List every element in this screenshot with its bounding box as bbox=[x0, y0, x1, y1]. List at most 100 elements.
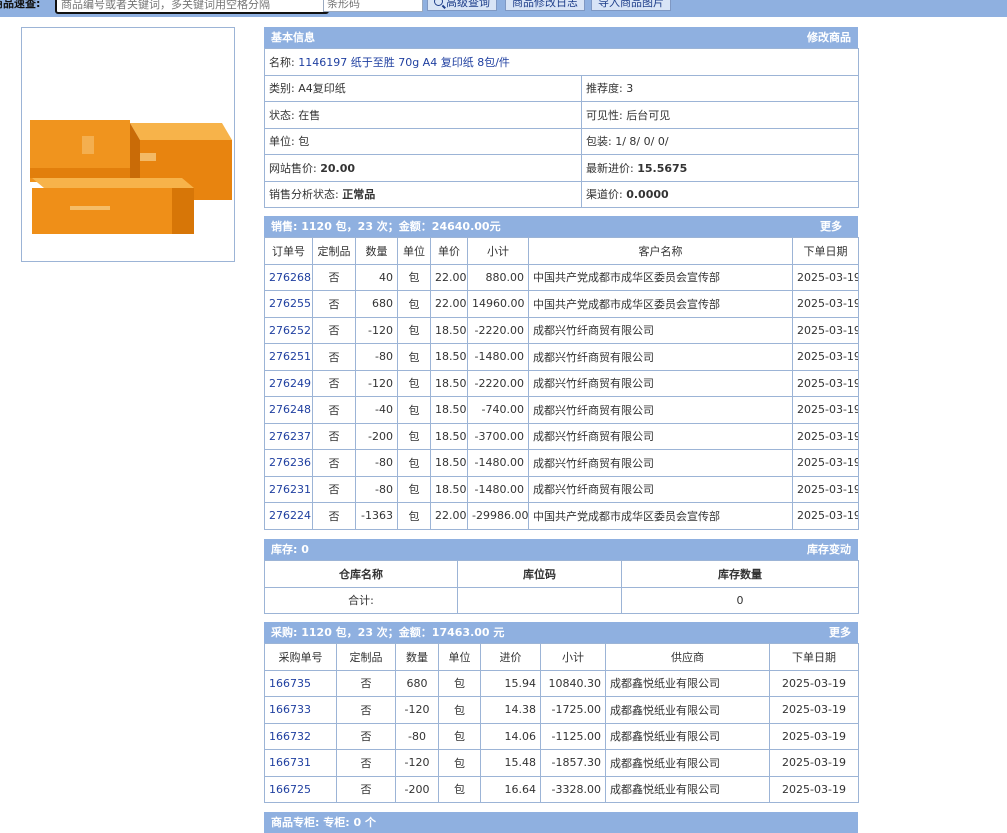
order-link[interactable]: 276236 bbox=[264, 449, 313, 477]
order-link[interactable]: 276268 bbox=[264, 263, 313, 291]
table-row: 276237 否 -200 包 18.50 -3700.00 成都兴竹纤商贸有限公司 2025… bbox=[264, 422, 859, 450]
quick-search-bar: 商品速查: 高级查询 商品修改日志 导入商品图片 bbox=[0, 0, 1007, 17]
table-cell: 否 bbox=[336, 696, 396, 724]
table-cell: -1480.00 bbox=[467, 343, 529, 371]
table-cell: 否 bbox=[312, 502, 356, 530]
table-cell: 18.50 bbox=[430, 449, 468, 477]
table-cell: 2025-03-19 bbox=[792, 449, 859, 477]
basic-info-title: 基本信息 bbox=[271, 31, 315, 44]
table-cell: 14.38 bbox=[480, 696, 541, 724]
table-cell: 否 bbox=[312, 422, 356, 450]
order-link[interactable]: 276237 bbox=[264, 422, 313, 450]
info-row: 销售分析状态: 正常品 渠道价: 0.0000 bbox=[264, 180, 859, 208]
table-cell: 22.00 bbox=[430, 290, 468, 318]
product-log-label: 商品修改日志 bbox=[512, 0, 578, 9]
table-row: 276224 否 -1363 包 22.00 -29986.00 中国共产党成都市成华区委员… bbox=[264, 502, 859, 530]
order-link[interactable]: 276224 bbox=[264, 502, 313, 530]
table-cell: 2025-03-19 bbox=[769, 775, 859, 803]
table-cell: 成都鑫悦纸业有限公司 bbox=[605, 775, 770, 803]
paper-box-illustration bbox=[30, 120, 232, 234]
table-cell: 2025-03-19 bbox=[769, 669, 859, 697]
purchase-col-header: 采购单号 bbox=[264, 643, 337, 671]
table-cell: 10840.30 bbox=[540, 669, 606, 697]
purchase-col-header: 下单日期 bbox=[769, 643, 859, 671]
sales-col-header: 订单号 bbox=[264, 237, 313, 265]
stock-total-label: 合计: bbox=[264, 586, 458, 614]
table-cell: 2025-03-19 bbox=[792, 316, 859, 344]
info-label: 渠道价: bbox=[586, 188, 623, 202]
info-row: 状态: 在售 可见性: 后台可见 bbox=[264, 101, 859, 129]
edit-product-link[interactable]: 修改商品 bbox=[807, 27, 851, 48]
order-link[interactable]: 276231 bbox=[264, 475, 313, 503]
stock-total-location bbox=[457, 586, 622, 614]
table-cell: -120 bbox=[395, 696, 439, 724]
barcode-input[interactable] bbox=[323, 0, 423, 12]
table-cell: -80 bbox=[395, 722, 439, 750]
stock-panel: 库存: 0 库存变动 仓库名称 库位码 库存数量 合计: 0 bbox=[264, 539, 859, 614]
purchase-order-link[interactable]: 166731 bbox=[264, 749, 337, 777]
purchase-more-link[interactable]: 更多 bbox=[829, 622, 851, 643]
product-image[interactable] bbox=[21, 27, 235, 262]
counter-panel: 商品专柜: 专柜: 0 个 bbox=[264, 812, 858, 833]
table-cell: -1480.00 bbox=[467, 475, 529, 503]
table-cell: 成都鑫悦纸业有限公司 bbox=[605, 696, 770, 724]
info-label: 类别: bbox=[269, 82, 295, 96]
table-cell: 18.50 bbox=[430, 369, 468, 397]
info-value: 20.00 bbox=[320, 161, 356, 175]
table-cell: 中国共产党成都市成华区委员会宣传部 bbox=[528, 502, 793, 530]
table-cell: 18.50 bbox=[430, 316, 468, 344]
purchase-order-link[interactable]: 166733 bbox=[264, 696, 337, 724]
stock-header-row: 仓库名称 库位码 库存数量 bbox=[264, 560, 859, 588]
keyword-input[interactable] bbox=[55, 0, 329, 14]
table-cell: -29986.00 bbox=[467, 502, 529, 530]
sales-title: 销售: 1120 包，23 次；金额：24640.00元 bbox=[271, 220, 501, 233]
table-cell: 成都鑫悦纸业有限公司 bbox=[605, 669, 770, 697]
purchase-header: 采购: 1120 包，23 次；金额：17463.00 元 更多 bbox=[264, 622, 858, 643]
table-row: 166735 否 680 包 15.94 10840.30 成都鑫悦纸业有限公司 2025-0… bbox=[264, 669, 859, 697]
table-cell: 2025-03-19 bbox=[792, 343, 859, 371]
purchase-col-header: 数量 bbox=[395, 643, 439, 671]
info-label: 网站售价: bbox=[269, 161, 317, 175]
table-cell: 包 bbox=[397, 263, 431, 291]
purchase-table: 采购单号 定制品 数量 单位 进价 小计 供应商 下单日期 166735 否 680 包 15.94 1… bbox=[264, 643, 859, 803]
order-link[interactable]: 276251 bbox=[264, 343, 313, 371]
purchase-order-link[interactable]: 166725 bbox=[264, 775, 337, 803]
purchase-col-header: 单位 bbox=[438, 643, 481, 671]
sales-header-row: 订单号 定制品 数量 单位 单价 小计 客户名称 下单日期 bbox=[264, 237, 859, 265]
table-cell: -80 bbox=[355, 475, 398, 503]
table-row: 166731 否 -120 包 15.48 -1857.30 成都鑫悦纸业有限公司 2025-… bbox=[264, 749, 859, 777]
advanced-search-button[interactable]: 高级查询 bbox=[427, 0, 497, 11]
stock-change-link[interactable]: 库存变动 bbox=[807, 539, 851, 560]
table-cell: 成都鑫悦纸业有限公司 bbox=[605, 722, 770, 750]
product-log-button[interactable]: 商品修改日志 bbox=[505, 0, 585, 11]
table-cell: -200 bbox=[355, 422, 398, 450]
table-cell: 否 bbox=[312, 449, 356, 477]
import-image-button[interactable]: 导入商品图片 bbox=[591, 0, 671, 11]
table-cell: 18.50 bbox=[430, 343, 468, 371]
table-cell: 880.00 bbox=[467, 263, 529, 291]
stock-total-row: 合计: 0 bbox=[264, 586, 859, 614]
purchase-order-link[interactable]: 166732 bbox=[264, 722, 337, 750]
table-cell: 15.48 bbox=[480, 749, 541, 777]
purchase-col-header: 小计 bbox=[540, 643, 606, 671]
table-cell: 否 bbox=[336, 669, 396, 697]
order-link[interactable]: 276252 bbox=[264, 316, 313, 344]
table-cell: -1363 bbox=[355, 502, 398, 530]
info-value: 后台可见 bbox=[626, 108, 671, 122]
name-label: 名称: bbox=[269, 55, 295, 69]
search-icon bbox=[434, 0, 443, 6]
table-cell: 包 bbox=[397, 369, 431, 397]
table-cell: 680 bbox=[355, 290, 398, 318]
info-label: 销售分析状态: bbox=[269, 188, 339, 202]
purchase-order-link[interactable]: 166735 bbox=[264, 669, 337, 697]
order-link[interactable]: 276255 bbox=[264, 290, 313, 318]
table-cell: 成都兴竹纤商贸有限公司 bbox=[528, 343, 793, 371]
order-link[interactable]: 276249 bbox=[264, 369, 313, 397]
order-link[interactable]: 276248 bbox=[264, 396, 313, 424]
table-cell: 包 bbox=[397, 290, 431, 318]
table-row: 276236 否 -80 包 18.50 -1480.00 成都兴竹纤商贸有限公司 2025-… bbox=[264, 449, 859, 477]
info-cell: 销售分析状态: 正常品 bbox=[264, 180, 582, 208]
table-row: 166725 否 -200 包 16.64 -3328.00 成都鑫悦纸业有限公司 2025-… bbox=[264, 775, 859, 803]
sales-more-link[interactable]: 更多 bbox=[820, 216, 842, 237]
table-row: 166733 否 -120 包 14.38 -1725.00 成都鑫悦纸业有限公司 2025-… bbox=[264, 696, 859, 724]
